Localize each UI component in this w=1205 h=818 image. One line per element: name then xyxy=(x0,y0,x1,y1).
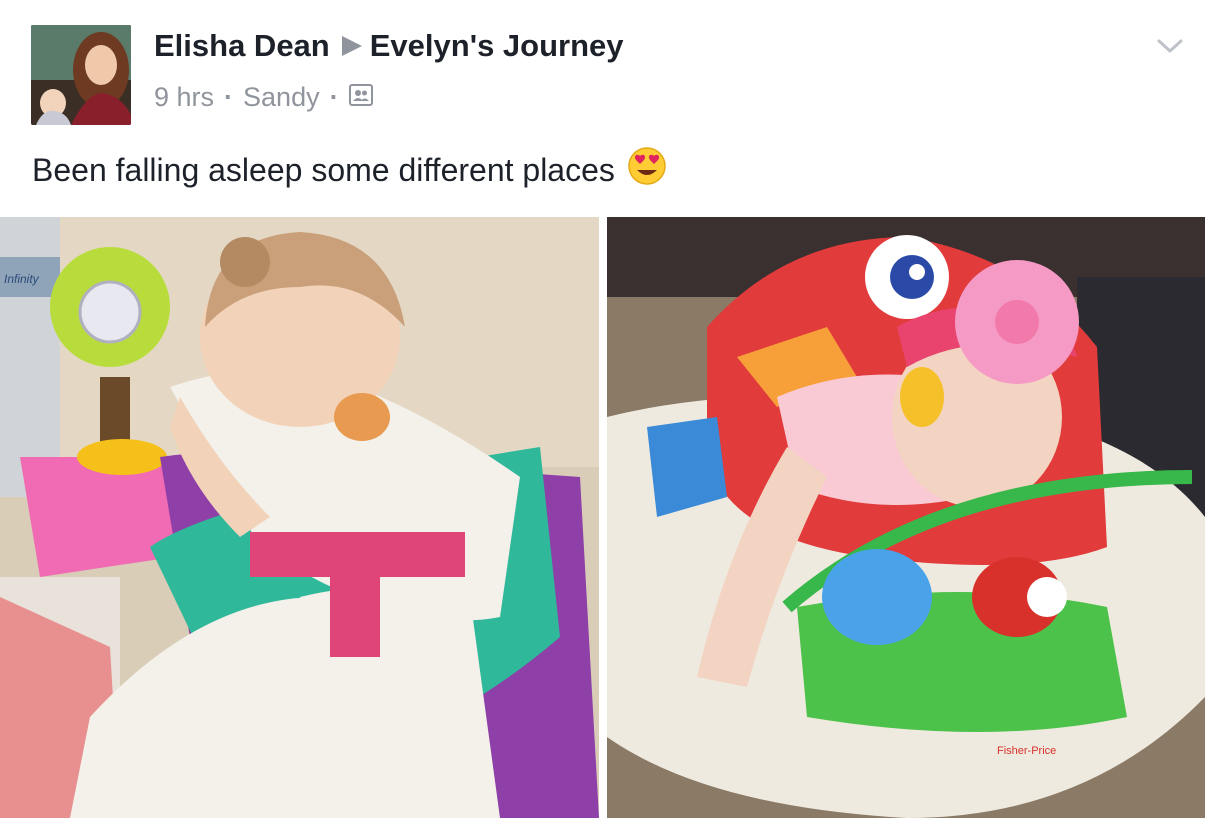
post-timestamp[interactable]: 9 hrs xyxy=(154,82,214,113)
separator-dot: · xyxy=(224,82,234,112)
photo-right[interactable]: Fisher-Price xyxy=(607,217,1205,818)
heart-eyes-emoji-icon xyxy=(627,146,667,194)
separator-dot: · xyxy=(329,82,339,112)
chevron-down-icon[interactable] xyxy=(1155,36,1185,56)
post-body: Been falling asleep some different place… xyxy=(32,146,667,194)
post-meta: 9 hrs · Sandy · xyxy=(154,82,373,113)
post-location[interactable]: Sandy xyxy=(243,82,320,113)
post-text: Been falling asleep some different place… xyxy=(32,151,615,188)
photo-left[interactable]: Infinity xyxy=(0,217,599,818)
group-audience-icon[interactable] xyxy=(348,82,373,113)
group-name[interactable]: Evelyn's Journey xyxy=(370,28,624,64)
author-avatar[interactable] xyxy=(31,25,131,125)
triangle-right-icon xyxy=(341,36,362,56)
fisher-price-label: Fisher-Price xyxy=(997,745,1056,757)
infinity-label: Infinity xyxy=(4,272,40,286)
post-header-title: Elisha Dean Evelyn's Journey xyxy=(154,28,624,64)
author-name[interactable]: Elisha Dean xyxy=(154,28,330,64)
